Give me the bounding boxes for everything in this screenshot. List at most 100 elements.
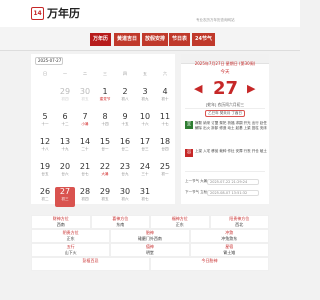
calendar-panel: 2025-07-27 日一二三四五六 29 初四 30 初五 1 建党节 2 初八 3 初九 4 初十…	[31, 54, 175, 207]
info-cell-pengzu: 彭祖百忌	[31, 257, 150, 271]
day-cell[interactable]: 7 小暑	[75, 112, 95, 132]
day-cell[interactable]: 30 初六	[115, 187, 135, 207]
lunar-day: 廿三	[141, 147, 149, 151]
day-cell[interactable]: 8 十四	[95, 112, 115, 132]
day-cell[interactable]: 3 初九	[135, 87, 155, 107]
info-value: 胃土雉	[223, 250, 236, 255]
lunar-day: 十五	[121, 122, 129, 126]
lunar-day: 初九	[141, 97, 149, 101]
nav-item-festivals[interactable]: 节日表	[169, 33, 191, 46]
day-cell[interactable]: 16 廿二	[115, 137, 135, 157]
day-cell[interactable]: 22 大暑	[95, 162, 115, 182]
nav-item-calendar[interactable]: 万年历	[90, 33, 112, 46]
lunar-day: 十九	[61, 147, 69, 151]
month-select[interactable]: 2025-07-27	[35, 57, 63, 65]
day-cell[interactable]: 31 初七	[135, 187, 155, 207]
lunar-day: 初五	[101, 197, 109, 201]
day-cell[interactable]: 9 十五	[115, 112, 135, 132]
day-number: 3	[142, 87, 148, 96]
info-cell-fetal-god: 胎神 碓磨门外西南	[110, 229, 190, 243]
lunar-day: 十四	[101, 122, 109, 126]
lunar-day: 初二	[41, 197, 49, 201]
info-value: 东南	[116, 222, 125, 227]
day-number: 28	[79, 187, 91, 196]
day-cell[interactable]: 26 初二	[35, 187, 55, 207]
lunar-day: 初七	[141, 197, 149, 201]
prev-solar-term: 上一节气 大暑 2025-07-22 21:29:24	[185, 179, 265, 185]
day-cell[interactable]: 11 十七	[155, 112, 175, 132]
nav-item-holidays[interactable]: 放假安排	[142, 33, 169, 46]
lunar-day: 小暑	[81, 122, 89, 126]
yi-items: 嫁娶 纳采 订盟 祭祀 祈福 求嗣 开光 出行 赴任 解除 出火 拆卸 修造 动…	[195, 121, 267, 130]
nav-item-solar-terms[interactable]: 24节气	[192, 33, 215, 46]
lunar-day: 初三	[61, 197, 69, 201]
weekday-label: 六	[163, 71, 167, 76]
info-value: 正东	[175, 222, 184, 227]
lunar-day: 初四	[61, 97, 69, 101]
day-number: 12	[39, 137, 51, 146]
lunar-day: 十七	[161, 122, 169, 126]
day-cell[interactable]: 30 初五	[75, 87, 95, 107]
info-cell-joy: 喜神方位 东南	[90, 215, 150, 229]
lunar-day: 大暑	[101, 172, 109, 176]
nav-item-lucky-days[interactable]: 黄道吉日	[114, 33, 141, 46]
lunar-day: 初四	[81, 197, 89, 201]
day-cell[interactable]: 10 十六	[135, 112, 155, 132]
next-day-icon[interactable]: ▶	[247, 83, 255, 94]
day-number: 11	[159, 112, 171, 121]
day-cell[interactable]: 29 初五	[95, 187, 115, 207]
day-cell[interactable]: 14 二十	[75, 137, 95, 157]
day-cell[interactable]: 15 廿一	[95, 137, 115, 157]
day-number: 31	[139, 187, 151, 196]
day-cell[interactable]: 29 初四	[55, 87, 75, 107]
day-cell[interactable]: 1 建党节	[95, 87, 115, 107]
day-cell[interactable]: 20 廿六	[55, 162, 75, 182]
day-number: 23	[119, 162, 131, 171]
day-number: 6	[62, 112, 68, 121]
prev-day-icon[interactable]: ◀	[194, 83, 202, 94]
day-cell[interactable]: 21 廿七	[75, 162, 95, 182]
day-cell[interactable]: 19 廿五	[35, 162, 55, 182]
day-number: 4	[162, 87, 168, 96]
day-number: 17	[139, 137, 151, 146]
lunar-day: 初十	[161, 97, 169, 101]
day-cell[interactable]: 12 十八	[35, 137, 55, 157]
day-number: 10	[139, 112, 151, 121]
day-number: 13	[59, 137, 71, 146]
day-cell[interactable]: 17 廿三	[135, 137, 155, 157]
ji-badge: 忌	[185, 149, 193, 157]
day-cell[interactable]: 4 初十	[155, 87, 175, 107]
day-cell[interactable]: 28 初四	[75, 187, 95, 207]
day-cell[interactable]: 18 廿四	[155, 137, 175, 157]
lunar-day: 三十	[141, 172, 149, 176]
day-detail-panel: 2025年7月27日 星期日 (第30周) 今天 ◀ 27 ▶ [蛇年] 农历闰…	[181, 54, 269, 204]
day-cell[interactable]: 24 三十	[135, 162, 155, 182]
app-title[interactable]: 万年历	[47, 5, 80, 21]
lunar-day: 廿七	[81, 172, 89, 176]
divider	[185, 171, 265, 172]
day-number: 24	[139, 162, 151, 171]
day-cell[interactable]: 5 十一	[35, 112, 55, 132]
day-cell[interactable]: 25 初一	[155, 162, 175, 182]
info-cell-yang-noble: 阳贵神方位 西北	[209, 215, 269, 229]
lunar-day: 初六	[121, 197, 129, 201]
detail-full-date: 2025年7月27日 星期日 (第30周)	[194, 61, 256, 66]
lunar-day: 十六	[141, 122, 149, 126]
day-number: 21	[79, 162, 91, 171]
calendar-logo-icon[interactable]: 14	[31, 7, 44, 20]
day-number: 7	[82, 112, 88, 121]
detail-weekday: 今天	[220, 70, 230, 75]
site-header: 14 万年历 专业农历万年历查询网站	[0, 0, 300, 27]
lunar-day: 十二	[61, 122, 69, 126]
lunar-day: 廿九	[121, 172, 129, 176]
info-value: 冲兔煞东	[221, 236, 238, 241]
info-value: 西南	[56, 222, 65, 227]
day-cell[interactable]: 2 初八	[115, 87, 135, 107]
day-cell[interactable]: 23 廿九	[115, 162, 135, 182]
day-number: 25	[159, 162, 171, 171]
info-label: 今日胎神	[201, 258, 218, 263]
day-cell[interactable]: 6 十二	[55, 112, 75, 132]
day-cell[interactable]: 13 十九	[55, 137, 75, 157]
selected-day-cell[interactable]: 27 初三	[55, 187, 75, 207]
info-value: 正东	[66, 236, 75, 241]
